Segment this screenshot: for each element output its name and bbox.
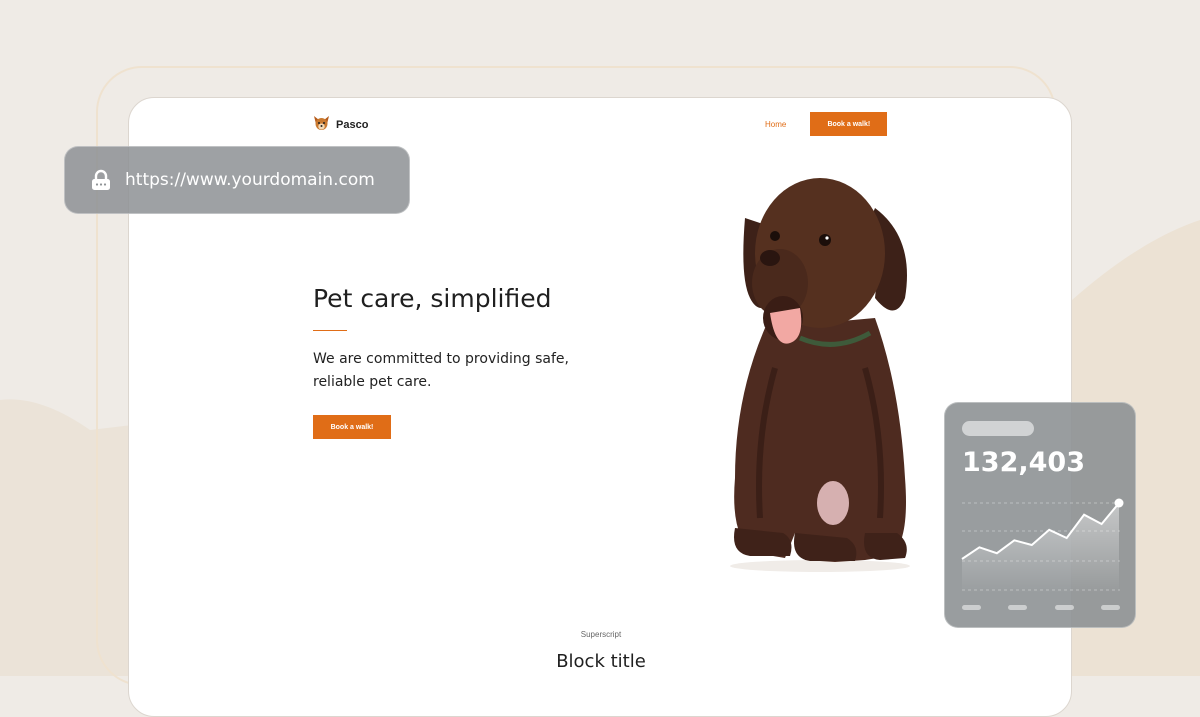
puppy-image (730, 178, 910, 572)
hero-subtitle: We are committed to providing safe, reli… (313, 351, 569, 390)
section-title: Block title (556, 651, 646, 672)
axis-placeholder (1008, 605, 1028, 610)
hero-divider (313, 330, 347, 331)
axis-placeholder (962, 605, 981, 610)
sparkline-end-point (1114, 498, 1124, 508)
stat-card: 132,403 (944, 402, 1136, 628)
brand[interactable]: Pasco (313, 115, 368, 135)
nav-book-walk-button[interactable]: Book a walk! (810, 112, 888, 136)
section-superscript: Superscript (580, 630, 622, 639)
hero-book-walk-button[interactable]: Book a walk! (313, 415, 391, 439)
address-bar[interactable]: https://www.yourdomain.com (64, 146, 410, 214)
stat-axis-placeholders (962, 605, 1120, 610)
url-text: https://www.yourdomain.com (125, 170, 375, 190)
dog-face-icon (313, 115, 330, 135)
nav-home-link[interactable]: Home (765, 120, 786, 129)
lock-icon (91, 169, 111, 191)
stat-sparkline (961, 498, 1124, 593)
hero-title: Pet care, simplified (313, 284, 552, 313)
axis-placeholder (1100, 605, 1120, 610)
axis-placeholder (1054, 605, 1074, 610)
main-nav: Home Book a walk! (765, 112, 888, 136)
sparkline-area (962, 503, 1119, 593)
brand-name: Pasco (336, 119, 369, 131)
